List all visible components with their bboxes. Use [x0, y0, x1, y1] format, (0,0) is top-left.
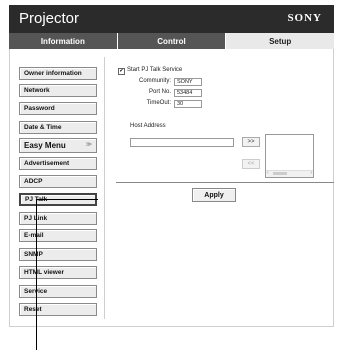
- tab-setup[interactable]: Setup: [226, 33, 335, 49]
- main-tabs: Information Control Setup: [9, 33, 335, 49]
- sidebar-item-reset[interactable]: Reset: [19, 303, 97, 316]
- app-header: Projector SONY: [9, 5, 334, 33]
- community-label: Community:: [138, 78, 171, 84]
- start-pj-talk-checkbox[interactable]: ✔: [118, 68, 125, 75]
- app-title: Projector: [19, 10, 80, 27]
- add-host-button[interactable]: >>: [242, 137, 260, 147]
- sidebar-item-adcp[interactable]: ADCP: [19, 175, 97, 188]
- sidebar-item-snmp[interactable]: SNMP: [19, 248, 97, 261]
- community-field[interactable]: SONY: [174, 78, 202, 86]
- sidebar-item-service[interactable]: Service: [19, 285, 97, 298]
- host-address-label: Host Address: [130, 123, 166, 129]
- scroll-thumb[interactable]: [273, 172, 287, 175]
- callout-line-vertical: [36, 199, 37, 350]
- remove-host-button[interactable]: <<: [242, 159, 260, 169]
- divider: [116, 182, 334, 183]
- sidebar-item-owner-information[interactable]: Owner information: [19, 67, 97, 80]
- sidebar-item-email[interactable]: E-mail: [19, 229, 97, 242]
- callout-line: [36, 199, 98, 200]
- sidebar-item-pj-link[interactable]: PJ Link: [19, 212, 97, 225]
- expand-arrow-icon: ≫: [85, 142, 92, 148]
- host-address-field[interactable]: [130, 138, 234, 147]
- sidebar-item-password[interactable]: Password: [19, 102, 97, 115]
- scroll-right-icon[interactable]: ›: [310, 170, 312, 176]
- start-pj-talk-label: Start PJ Talk Service: [127, 67, 183, 73]
- list-scrollbar[interactable]: ‹ ›: [266, 170, 313, 177]
- sidebar-divider: [104, 57, 105, 319]
- pj-talk-settings: ✔ Start PJ Talk Service Community: SONY …: [106, 57, 334, 319]
- sidebar-item-advertisement[interactable]: Advertisement: [19, 157, 97, 170]
- brand-logo: SONY: [287, 12, 322, 24]
- sidebar-item-easy-menu[interactable]: Easy Menu ≫: [19, 138, 97, 153]
- tab-information[interactable]: Information: [9, 33, 118, 49]
- port-field[interactable]: 53484: [174, 89, 202, 97]
- timeout-field[interactable]: 30: [174, 100, 202, 108]
- sidebar-item-date-time[interactable]: Date & Time: [19, 121, 97, 134]
- sidebar-item-html-viewer[interactable]: HTML viewer: [19, 266, 97, 279]
- host-address-list[interactable]: ‹ ›: [265, 134, 314, 178]
- tab-control[interactable]: Control: [117, 33, 227, 49]
- apply-button[interactable]: Apply: [192, 188, 236, 202]
- scroll-left-icon[interactable]: ‹: [267, 170, 269, 176]
- port-label: Port No.: [148, 89, 171, 95]
- sidebar-item-label: Easy Menu: [24, 141, 66, 150]
- timeout-label: TimeOut:: [146, 100, 171, 106]
- sidebar-item-network[interactable]: Network: [19, 84, 97, 97]
